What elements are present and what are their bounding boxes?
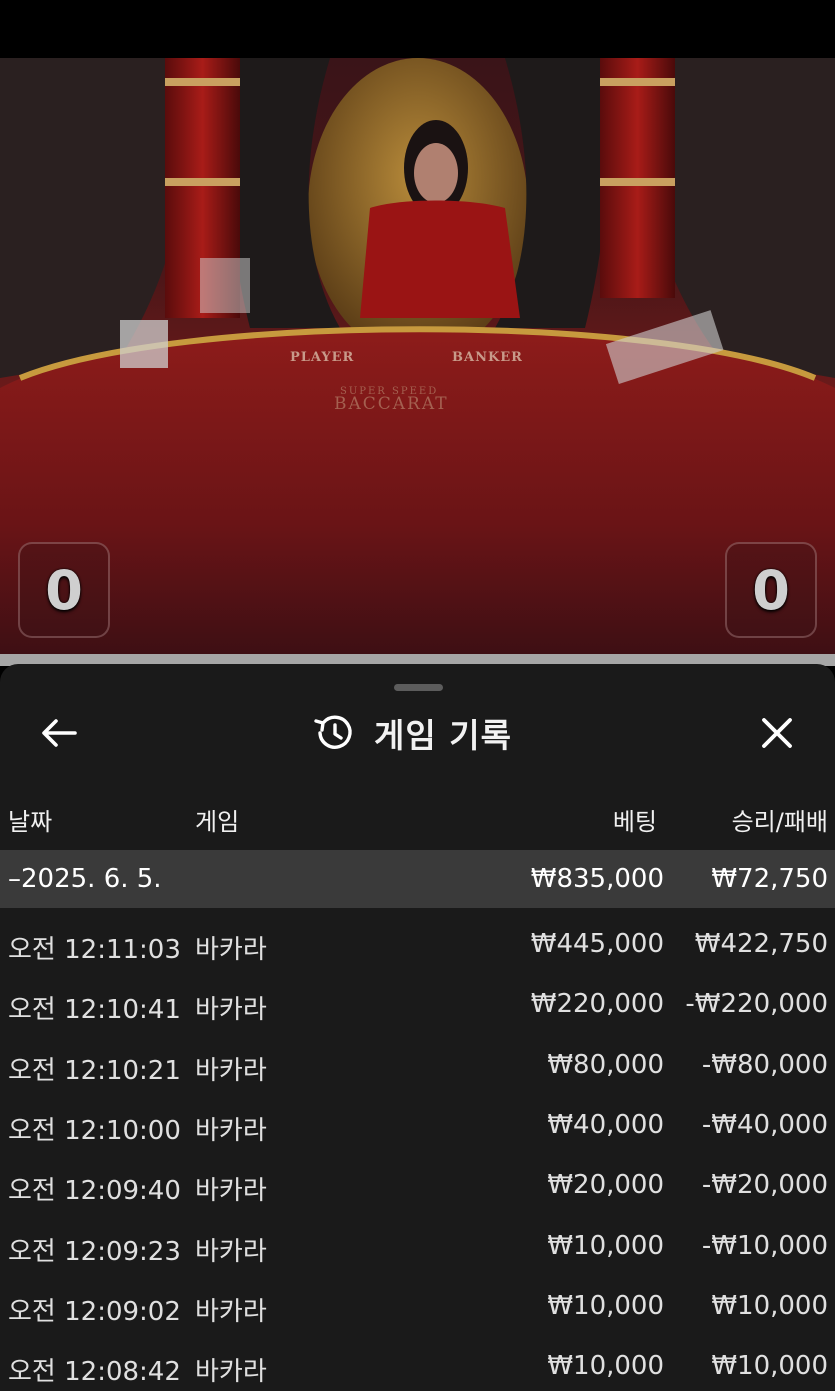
summary-date: –2025. 6. 5.: [8, 864, 162, 894]
live-video-feed[interactable]: PLAYER BANKER SUPER SPEED BACCARAT 0 0: [0, 58, 835, 654]
table-row[interactable]: 오전 12:08:42 바카라 ₩10,000 ₩10,000: [0, 1351, 835, 1391]
row-time: 오전 12:11:03: [8, 935, 181, 965]
row-game: 바카라: [195, 1176, 267, 1207]
row-result: ₩10,000: [711, 1290, 828, 1321]
row-time: 오전 12:09:40: [8, 1176, 181, 1207]
close-button[interactable]: [752, 710, 802, 756]
player-area-label: PLAYER: [290, 350, 355, 365]
row-result: -₩40,000: [701, 1109, 828, 1140]
table-row[interactable]: 오전 12:10:00 바카라 ₩40,000 -₩40,000: [0, 1110, 835, 1170]
banker-score: 0: [752, 558, 790, 622]
column-header-game: 게임: [195, 808, 240, 836]
row-bet: ₩445,000: [530, 929, 664, 959]
game-history-panel: 게임 기록 날짜 게임 베팅 승리/패배 –2025. 6. 5. ₩835,0…: [0, 664, 835, 1391]
table-brand-large: BACCARAT: [334, 394, 449, 414]
status-bar: [0, 0, 835, 58]
arrow-left-icon: [42, 719, 77, 747]
row-result: -₩220,000: [685, 989, 828, 1020]
column-header-date: 날짜: [8, 808, 53, 836]
row-bet: ₩10,000: [547, 1351, 664, 1382]
table-row[interactable]: 오전 12:10:21 바카라 ₩80,000 -₩80,000: [0, 1050, 835, 1110]
row-result: -₩10,000: [701, 1230, 828, 1261]
table-row[interactable]: 오전 12:11:03 바카라 ₩445,000 ₩422,750: [0, 929, 835, 989]
row-game: 바카라: [195, 1296, 267, 1327]
row-bet: ₩20,000: [547, 1170, 664, 1201]
table-row[interactable]: 오전 12:09:02 바카라 ₩10,000 ₩10,000: [0, 1291, 835, 1351]
row-game: 바카라: [195, 1357, 267, 1388]
row-time: 오전 12:09:23: [8, 1236, 181, 1267]
row-time: 오전 12:10:00: [8, 1115, 181, 1146]
row-game: 바카라: [195, 995, 267, 1026]
summary-result: ₩72,750: [711, 864, 828, 894]
table-row[interactable]: 오전 12:09:40 바카라 ₩20,000 -₩20,000: [0, 1170, 835, 1230]
banker-area-label: BANKER: [452, 350, 523, 365]
row-game: 바카라: [195, 935, 267, 965]
row-time: 오전 12:09:02: [8, 1296, 181, 1327]
player-score-box: 0: [18, 542, 110, 638]
back-button[interactable]: [34, 712, 84, 754]
row-result: ₩10,000: [711, 1351, 828, 1382]
banker-score-box: 0: [725, 542, 817, 638]
summary-bet: ₩835,000: [530, 864, 664, 894]
column-header-result: 승리/패배: [731, 808, 828, 836]
panel-title-group: 게임 기록: [312, 708, 512, 758]
row-bet: ₩10,000: [547, 1230, 664, 1261]
row-bet: ₩80,000: [547, 1049, 664, 1080]
row-bet: ₩10,000: [547, 1290, 664, 1321]
drag-handle[interactable]: [394, 684, 443, 691]
history-icon: [314, 715, 352, 749]
row-game: 바카라: [195, 1236, 267, 1267]
row-time: 오전 12:10:21: [8, 1055, 181, 1086]
row-result: -₩20,000: [701, 1170, 828, 1201]
table-row[interactable]: 오전 12:10:41 바카라 ₩220,000 -₩220,000: [0, 989, 835, 1049]
row-time: 오전 12:08:42: [8, 1357, 181, 1388]
player-score: 0: [45, 558, 83, 622]
row-result: ₩422,750: [694, 929, 828, 959]
row-game: 바카라: [195, 1055, 267, 1086]
date-summary-row[interactable]: –2025. 6. 5. ₩835,000 ₩72,750: [0, 850, 835, 908]
row-result: -₩80,000: [701, 1049, 828, 1080]
close-icon: [762, 718, 792, 748]
panel-title: 게임 기록: [374, 716, 512, 755]
row-time: 오전 12:10:41: [8, 995, 181, 1026]
panel-header: 게임 기록: [0, 700, 835, 764]
row-bet: ₩220,000: [530, 989, 664, 1020]
row-game: 바카라: [195, 1115, 267, 1146]
table-row[interactable]: 오전 12:09:23 바카라 ₩10,000 -₩10,000: [0, 1231, 835, 1291]
column-header-bet: 베팅: [612, 808, 657, 836]
studio-backdrop: [0, 58, 835, 654]
row-bet: ₩40,000: [547, 1109, 664, 1140]
